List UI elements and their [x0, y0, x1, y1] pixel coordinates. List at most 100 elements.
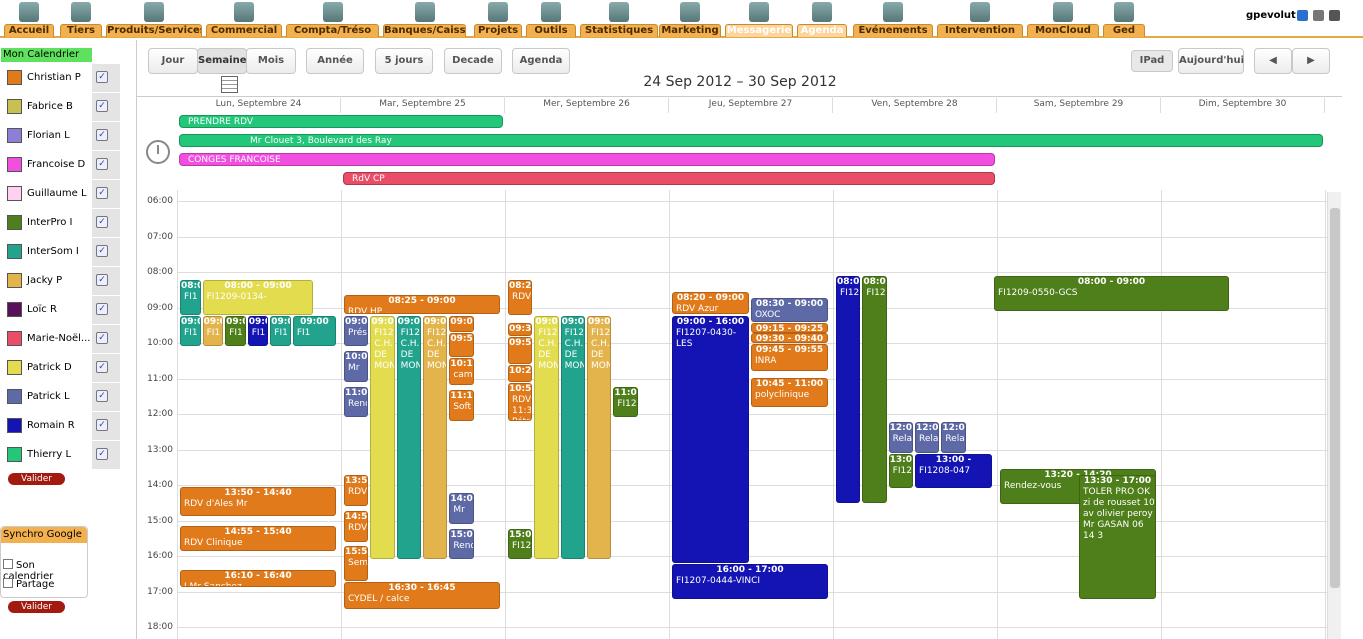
person-4[interactable]: Francoise D ✓ [0, 151, 120, 179]
calendar-event[interactable]: 09:45 - 09:55 INRA [751, 343, 828, 372]
person-10[interactable]: Marie-Noël... ✓ [0, 325, 120, 353]
calendar-event[interactable]: 09:00FI1 [292, 315, 336, 347]
calendar-event[interactable]: 09:15 - 09:25 [751, 322, 828, 333]
calendar-event[interactable]: 09:00 - 16:00 FI1207-0430- LES [672, 315, 749, 563]
calendar-event[interactable]: 12:00Rela [888, 422, 913, 453]
calendar-event[interactable]: 15:00FI12 [508, 528, 533, 560]
calendar-event[interactable]: 09:00FI12 C.H. DE MON [534, 315, 559, 560]
calendar-event[interactable]: 08:25 - 09:00 RDV HP ... [344, 294, 500, 315]
tab-messagerie[interactable]: Messagerie [725, 24, 793, 37]
person-6[interactable]: InterPro I ✓ [0, 209, 120, 237]
calendar-icon[interactable] [812, 2, 832, 22]
calendar-event[interactable]: 16:10 - 16:40I Mr Sanchez [180, 570, 336, 587]
sync-own-checkbox[interactable] [3, 559, 13, 569]
cloud-icon[interactable] [1053, 2, 1073, 22]
person-14[interactable]: Thierry L ✓ [0, 441, 120, 469]
person-3[interactable]: Florian L ✓ [0, 122, 120, 150]
sync-share-checkbox[interactable] [3, 578, 13, 588]
person-checkbox[interactable]: ✓ [96, 390, 108, 402]
person-checkbox[interactable]: ✓ [96, 100, 108, 112]
calendar-event[interactable]: 09:00FI1 [202, 315, 224, 347]
tab-outils[interactable]: Outils [526, 24, 576, 37]
calendar-event[interactable]: 09:30 - 09:40 [751, 333, 828, 344]
view-5jours[interactable]: 5 jours [375, 48, 433, 74]
tab-moncloud[interactable]: MonCloud [1027, 24, 1099, 37]
person-1[interactable]: Christian P ✓ [0, 64, 120, 92]
tab-banquescaisses[interactable]: Banques/Caisses [383, 24, 466, 37]
tab-tiers[interactable]: Tiers [60, 24, 102, 37]
today-button[interactable]: Aujourd'hui [1178, 48, 1244, 74]
calendar-event[interactable]: 09:00FI1 [180, 315, 201, 347]
calendar-event[interactable]: 13:50 - 14:40 RDV d'Ales Mr [180, 486, 336, 516]
tab-ged[interactable]: Ged [1103, 24, 1145, 37]
money-icon[interactable] [322, 2, 343, 22]
calendar-event[interactable]: 09:05 [449, 315, 474, 333]
calendar-event[interactable]: 09:00FI12 C.H. DE MON [370, 315, 395, 560]
home-icon[interactable] [19, 2, 39, 22]
calendar-event[interactable]: 13:00FI12 [888, 453, 913, 489]
person-checkbox[interactable]: ✓ [96, 419, 108, 431]
pie-chart-icon[interactable] [609, 2, 629, 22]
calendar-event[interactable]: 13:00 - FI1208-047 [915, 453, 992, 489]
calendar-event[interactable]: 08:00FI12 [836, 276, 861, 503]
allday-event[interactable]: RdV CP [343, 172, 995, 185]
calendar-event[interactable]: 09:00FI1 [225, 315, 246, 347]
calendar-event[interactable]: 10:50RDV 11:35 Pétr [508, 382, 533, 421]
scrollbar[interactable] [1327, 192, 1341, 639]
calendar-event[interactable]: 11:00Rend [344, 386, 369, 418]
calendar-event[interactable]: 08:00 - 09:00 FI1209-0550-GCS [994, 276, 1229, 311]
validate-button[interactable]: Valider [8, 473, 65, 485]
calendar-event[interactable]: 14:50RDV [344, 510, 369, 542]
phone-icon[interactable] [234, 2, 254, 22]
calendar-event[interactable]: 10:00Mr [344, 351, 369, 382]
calendar-event[interactable]: 08:20 - 09:00 RDV Azur [672, 291, 749, 315]
calendar-event[interactable]: 08:30 - 09:00 OXOC [751, 297, 828, 322]
calendar-event[interactable]: 09:00FI12 C.H. DE MON [423, 315, 448, 560]
calendar-event[interactable]: 09:50 [449, 333, 474, 358]
person-checkbox[interactable]: ✓ [96, 187, 108, 199]
mail-icon[interactable] [749, 2, 769, 22]
calendar-event[interactable]: 14:55 - 15:40 RDV Clinique [180, 525, 336, 552]
calendar-event[interactable]: 09:00FI12 C.H. DE MON [396, 315, 421, 560]
prev-button[interactable]: ◀ [1254, 48, 1292, 74]
calendar-event[interactable]: 16:30 - 16:45 CYDEL / calce [344, 581, 500, 610]
tab-comptatrso[interactable]: Compta/Tréso [286, 24, 379, 37]
calendar-event[interactable]: 09:00FI1 [270, 315, 291, 347]
plane-icon[interactable] [144, 2, 164, 22]
calendar-event[interactable]: 10:45 - 11:00 polyclinique [751, 377, 828, 407]
view-decade[interactable]: Decade [444, 48, 502, 74]
lock-icon[interactable] [1313, 10, 1324, 21]
tab-vnements[interactable]: Événements [853, 24, 933, 37]
tab-marketing[interactable]: Marketing [659, 24, 721, 37]
person-checkbox[interactable]: ✓ [96, 71, 108, 83]
view-anne[interactable]: Année [306, 48, 364, 74]
person-2[interactable]: Fabrice B ✓ [0, 93, 120, 121]
person-checkbox[interactable]: ✓ [96, 448, 108, 460]
view-mois[interactable]: Mois [246, 48, 296, 74]
ipad-button[interactable]: IPad [1131, 50, 1173, 72]
logout-icon[interactable] [1329, 10, 1340, 21]
calendar-event[interactable]: 10:15cam [449, 358, 474, 386]
validate-sync-button[interactable]: Valider [8, 601, 65, 613]
calendar-event[interactable]: 09:00FI12 C.H. DE MON [560, 315, 585, 560]
tab-produitsservices[interactable]: Produits/Services [106, 24, 202, 37]
calendar-event[interactable]: 08:00FI12 [862, 276, 887, 503]
person-7[interactable]: InterSom I ✓ [0, 238, 120, 266]
person-checkbox[interactable]: ✓ [96, 303, 108, 315]
person-13[interactable]: Romain R ✓ [0, 412, 120, 440]
person-checkbox[interactable]: ✓ [96, 216, 108, 228]
scrollbar-thumb[interactable] [1330, 208, 1340, 588]
view-agenda[interactable]: Agenda [512, 48, 570, 74]
person-8[interactable]: Jacky P ✓ [0, 267, 120, 295]
tab-statistiques[interactable]: Statistiques [580, 24, 658, 37]
calendar-event[interactable]: 16:00 - 17:00 FI1207-0444-VINCI [672, 564, 828, 599]
person-checkbox[interactable]: ✓ [96, 158, 108, 170]
allday-event[interactable]: PRENDRE RDV [179, 115, 503, 128]
person-9[interactable]: Loïc R ✓ [0, 296, 120, 324]
tools-icon[interactable] [541, 2, 561, 22]
view-jour[interactable]: Jour [148, 48, 198, 74]
calendar-event[interactable]: 12:00Rela [941, 422, 966, 453]
allday-event[interactable]: Mr Clouet 3, Boulevard des Ray [179, 134, 1323, 147]
calendar-event[interactable]: 09:0FI1 [247, 315, 269, 347]
tab-commercial[interactable]: Commercial [206, 24, 282, 37]
